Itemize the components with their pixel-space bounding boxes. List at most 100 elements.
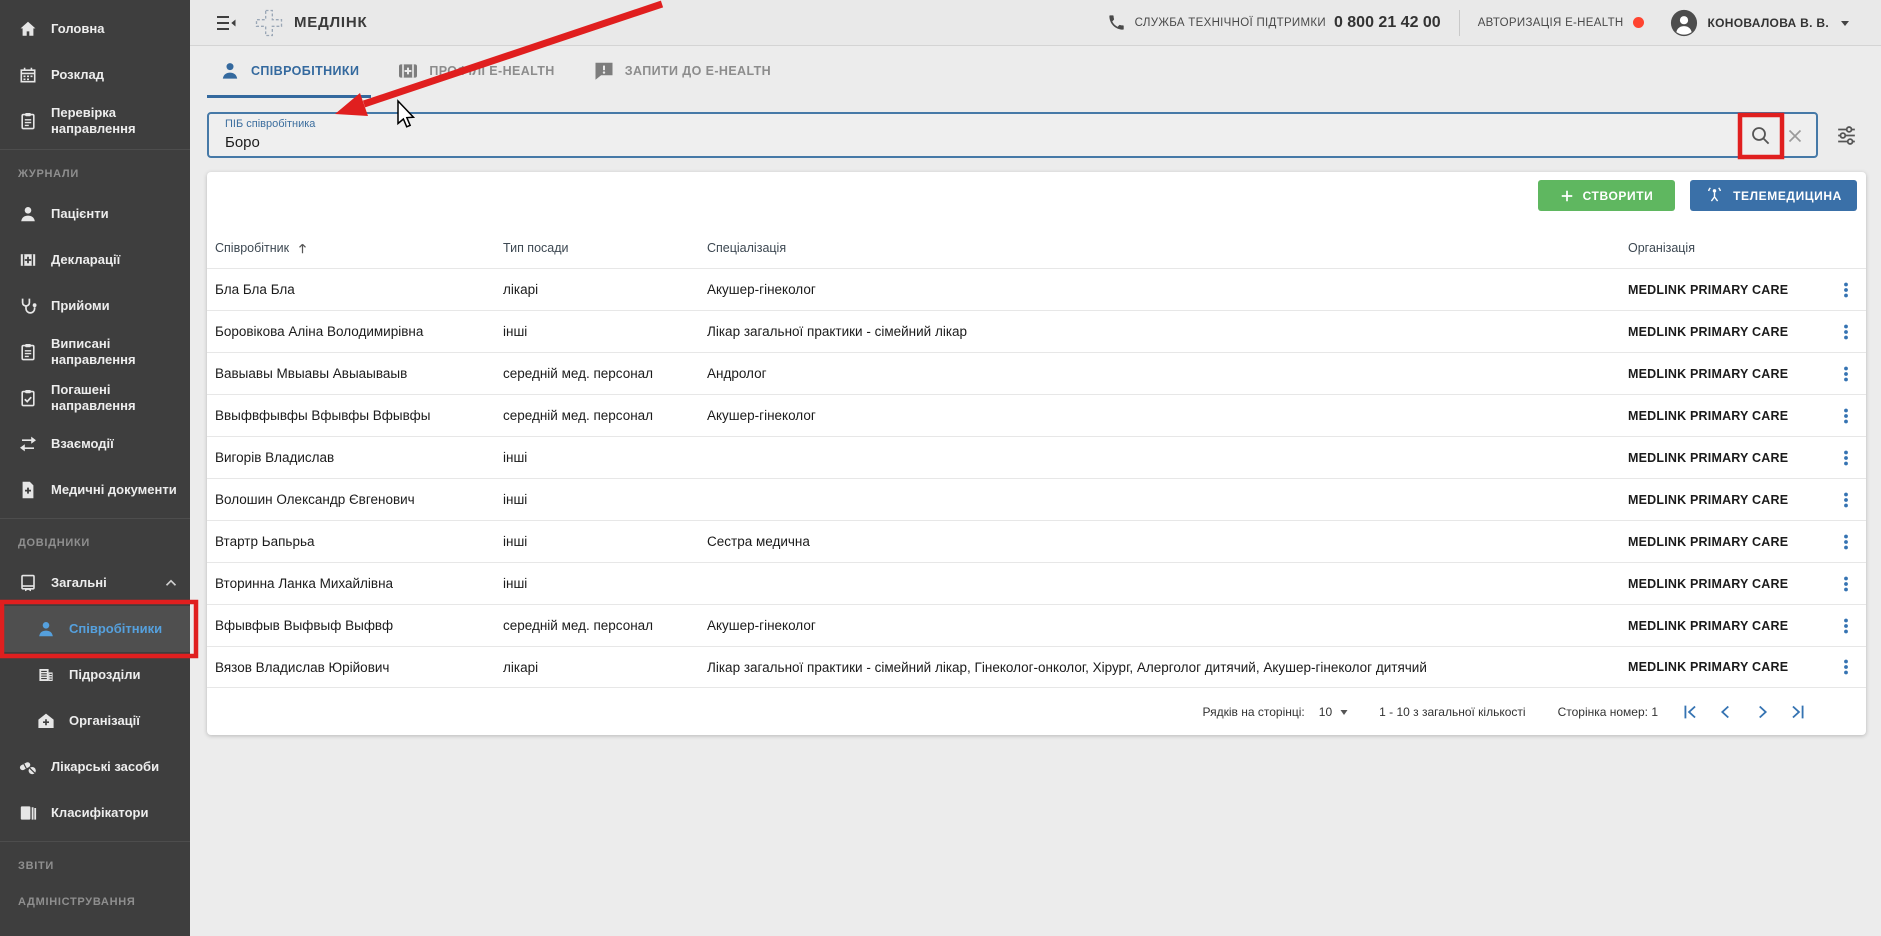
pagination-nav — [1678, 700, 1810, 724]
stethoscope-icon — [18, 296, 38, 316]
row-menu-button[interactable] — [1825, 616, 1866, 636]
house-plus-icon — [36, 711, 56, 731]
filters-button[interactable] — [1832, 121, 1860, 149]
tab-employees[interactable]: СПІВРОБІТНИКИ — [207, 46, 371, 98]
sidebar-item-label: Підрозділи — [69, 667, 141, 683]
sidebar-item-classifiers[interactable]: Класифікатори — [0, 790, 190, 836]
person-icon — [18, 204, 38, 224]
sidebar-item-patients[interactable]: Пацієнти — [0, 191, 190, 237]
table-row[interactable]: Волошин Олександр ЄвгеновичіншіMEDLINK P… — [207, 478, 1866, 520]
sidebar-section-administration: АДМІНІСТРУВАННЯ — [0, 883, 190, 919]
pagination-bar: Рядків на сторінці: 10 1 - 10 з загально… — [207, 688, 1866, 735]
doc-plus-icon — [18, 480, 38, 500]
sidebar-item-general[interactable]: Загальні — [0, 560, 190, 606]
kebab-menu-icon — [1836, 616, 1856, 636]
previous-page-button[interactable] — [1714, 700, 1738, 724]
cell-position-type: інші — [503, 534, 707, 549]
last-page-button[interactable] — [1786, 700, 1810, 724]
sidebar-item-redeemed-referrals[interactable]: Погашені направлення — [0, 375, 190, 421]
cell-position-type: лікарі — [503, 282, 707, 297]
menu-collapse-icon[interactable] — [214, 11, 238, 35]
tab-label: ПРОФІЛІ E-HEALTH — [429, 64, 554, 78]
tab-ehealth-requests[interactable]: ЗАПИТИ ДО E-HEALTH — [581, 46, 783, 98]
telemedicine-button[interactable]: ТЕЛЕМЕДИЦИНА — [1690, 180, 1857, 211]
row-menu-button[interactable] — [1825, 364, 1866, 384]
row-menu-button[interactable] — [1825, 280, 1866, 300]
sidebar-item-label: Організації — [69, 713, 140, 729]
search-field-label: ПІБ співробітника — [225, 118, 315, 130]
sidebar-item-organizations[interactable]: Організації — [0, 698, 190, 744]
cell-organization: MEDLINK PRIMARY CARE — [1628, 325, 1825, 339]
cell-employee: Бла Бла Бла — [215, 282, 503, 297]
sidebar-item-schedule[interactable]: Розклад — [0, 52, 190, 98]
sidebar-item-employees[interactable]: Співробітники — [0, 606, 190, 652]
telemedicine-button-label: ТЕЛЕМЕДИЦИНА — [1733, 189, 1842, 203]
cell-position-type: інші — [503, 450, 707, 465]
column-header-specialization[interactable]: Спеціалізація — [707, 241, 1628, 255]
row-menu-button[interactable] — [1825, 574, 1866, 594]
kebab-menu-icon — [1836, 532, 1856, 552]
cell-position-type: інші — [503, 576, 707, 591]
table-row[interactable]: Вигорів ВладиславіншіMEDLINK PRIMARY CAR… — [207, 436, 1866, 478]
sidebar-item-departments[interactable]: Підрозділи — [0, 652, 190, 698]
sidebar-item-home[interactable]: Головна — [0, 6, 190, 52]
table-header-row: Співробітник Тип посади Спеціалізація Ор… — [207, 228, 1866, 268]
search-input[interactable] — [223, 134, 1625, 151]
sidebar-section-journals: ЖУРНАЛИ — [0, 155, 190, 191]
sidebar-item-declarations[interactable]: Декларації — [0, 237, 190, 283]
sidebar-item-referral-check[interactable]: Перевірка направлення — [0, 98, 190, 144]
table-row[interactable]: Втартр ЬапьрьаіншіСестра медичнаMEDLINK … — [207, 520, 1866, 562]
table-row[interactable]: Вфывфыв Выфвыф Выфвфсередній мед. персон… — [207, 604, 1866, 646]
sidebar-item-medicines[interactable]: Лікарські засоби — [0, 744, 190, 790]
employee-search-field[interactable]: ПІБ співробітника — [207, 112, 1818, 158]
row-menu-button[interactable] — [1825, 657, 1866, 677]
kebab-menu-icon — [1836, 364, 1856, 384]
plus-icon — [1560, 189, 1574, 203]
rows-per-page-select[interactable]: 10 — [1319, 705, 1349, 719]
row-menu-button[interactable] — [1825, 532, 1866, 552]
cell-specialization: Акушер-гінеколог — [707, 408, 1628, 423]
kebab-menu-icon — [1836, 490, 1856, 510]
row-menu-button[interactable] — [1825, 490, 1866, 510]
brand-name: МЕДЛІНК — [294, 14, 367, 31]
table-row[interactable]: Вязов Владислав ЮрійовичлікаріЛікар зага… — [207, 646, 1866, 688]
row-menu-button[interactable] — [1825, 406, 1866, 426]
column-header-position-type[interactable]: Тип посади — [503, 241, 707, 255]
table-row[interactable]: Боровікова Аліна ВолодимирівнаіншіЛікар … — [207, 310, 1866, 352]
table-row[interactable]: Ввыфвфывфы Вфывфы Вфывфысередній мед. пе… — [207, 394, 1866, 436]
cell-employee: Вавыавы Мвыавы Авыаываыв — [215, 366, 503, 381]
close-icon — [1784, 125, 1806, 147]
table-row[interactable]: Бла Бла БлалікаріАкушер-гінекологMEDLINK… — [207, 268, 1866, 310]
sidebar-item-medical-documents[interactable]: Медичні документи — [0, 467, 190, 513]
column-header-organization[interactable]: Організація — [1628, 241, 1825, 255]
row-menu-button[interactable] — [1825, 322, 1866, 342]
kebab-menu-icon — [1836, 448, 1856, 468]
table-row[interactable]: Вторинна Ланка МихайлівнаіншіMEDLINK PRI… — [207, 562, 1866, 604]
first-page-button[interactable] — [1678, 700, 1702, 724]
sidebar-item-issued-referrals[interactable]: Виписані направлення — [0, 329, 190, 375]
sidebar-item-label: Пацієнти — [51, 206, 109, 222]
sidebar-item-interactions[interactable]: Взаємодії — [0, 421, 190, 467]
clipboard-icon — [18, 111, 38, 131]
table-row[interactable]: Вавыавы Мвыавы Авыаываывсередній мед. пе… — [207, 352, 1866, 394]
sidebar-item-label: Медичні документи — [51, 482, 177, 498]
book-icon — [18, 573, 38, 593]
chevron-left-icon — [1715, 701, 1737, 723]
cell-organization: MEDLINK PRIMARY CARE — [1628, 493, 1825, 507]
search-icon-button[interactable] — [1748, 123, 1774, 149]
row-menu-button[interactable] — [1825, 448, 1866, 468]
last-page-icon — [1787, 701, 1809, 723]
clear-search-button[interactable] — [1782, 123, 1808, 149]
cell-employee: Вязов Владислав Юрійович — [215, 660, 503, 675]
tab-ehealth-profiles[interactable]: ПРОФІЛІ E-HEALTH — [385, 46, 566, 98]
column-header-employee[interactable]: Співробітник — [215, 241, 503, 256]
avatar — [1670, 9, 1698, 37]
user-menu[interactable]: КОНОВАЛОВА В. В. — [1670, 9, 1852, 37]
sidebar-item-appointments[interactable]: Прийоми — [0, 283, 190, 329]
create-button[interactable]: СТВОРИТИ — [1538, 180, 1675, 211]
employees-card: СТВОРИТИ ТЕЛЕМЕДИЦИНА Співробітник Тип п… — [207, 172, 1866, 735]
create-button-label: СТВОРИТИ — [1583, 189, 1654, 203]
ehealth-auth-label[interactable]: АВТОРИЗАЦІЯ E-HEALTH — [1478, 17, 1624, 29]
cell-organization: MEDLINK PRIMARY CARE — [1628, 660, 1825, 674]
next-page-button[interactable] — [1750, 700, 1774, 724]
